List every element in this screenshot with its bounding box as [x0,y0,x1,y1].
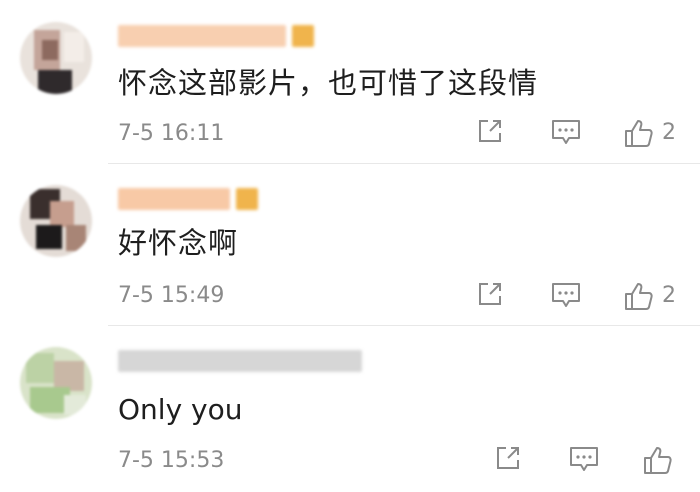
reply-button[interactable] [569,445,599,473]
comment-item: 好怀念啊 7-5 15:49 2 [0,163,700,325]
divider [108,325,700,326]
divider [108,163,700,164]
share-button[interactable] [495,445,521,471]
share-button[interactable] [477,281,503,307]
reply-button[interactable] [551,118,581,146]
username-pixelated [118,350,362,372]
like-count: 2 [662,120,676,145]
comment-icon [570,447,598,471]
username-blurred[interactable] [118,187,258,211]
comment-timestamp: 7-5 15:53 [118,448,225,473]
share-icon [497,447,519,469]
like-button[interactable]: 2 [624,281,676,311]
comment-text: Only you [118,393,243,426]
share-icon [479,120,501,142]
vip-badge-icon [236,188,258,210]
thumbs-up-icon [644,447,672,474]
reply-button[interactable] [551,281,581,309]
avatar[interactable] [20,185,92,257]
username-blurred[interactable] [118,349,362,373]
avatar[interactable] [20,347,92,419]
share-icon [479,283,501,305]
thumbs-up-icon [625,283,653,310]
like-button[interactable] [643,445,673,475]
comment-text: 怀念这部影片，也可惜了这段情 [118,66,539,100]
comment-timestamp: 7-5 16:11 [118,121,225,146]
like-count: 2 [662,283,676,308]
username-pixelated [118,25,286,47]
comment-timestamp: 7-5 15:49 [118,283,225,308]
comment-text: 好怀念啊 [118,226,239,260]
avatar[interactable] [20,22,92,94]
comment-item: 怀念这部影片，也可惜了这段情 7-5 16:11 2 [0,0,700,163]
thumbs-up-icon [625,120,653,147]
comment-item: Only you 7-5 15:53 [0,325,700,492]
comment-icon [552,283,580,307]
like-button[interactable]: 2 [624,118,676,148]
comment-icon [552,120,580,144]
username-blurred[interactable] [118,24,314,48]
share-button[interactable] [477,118,503,144]
vip-badge-icon [292,25,314,47]
username-pixelated [118,188,230,210]
